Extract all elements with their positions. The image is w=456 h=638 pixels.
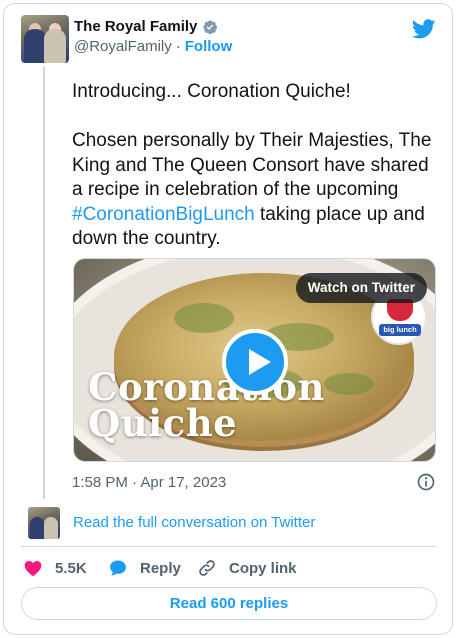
- speech-bubble-icon: [110, 560, 126, 576]
- link-icon: [199, 560, 215, 576]
- badge-text: big lunch: [379, 324, 421, 336]
- copy-link-button[interactable]: Copy link: [197, 557, 297, 579]
- overlay-title-line1: Coronation: [88, 365, 325, 409]
- read-replies-button[interactable]: Read 600 replies: [21, 587, 437, 620]
- author-name-row[interactable]: The Royal Family: [74, 18, 218, 35]
- reply-label: Reply: [140, 559, 181, 577]
- tweet-timestamp[interactable]: 1:58 PM · Apr 17, 2023: [72, 474, 226, 491]
- video-overlay-title: Coronation Quiche: [88, 365, 325, 445]
- watch-on-twitter-button[interactable]: Watch on Twitter: [295, 273, 427, 303]
- overlay-title-line2: Quiche: [88, 401, 238, 445]
- thread-line: [43, 66, 45, 499]
- tweet-text: Introducing... Coronation Quiche! Chosen…: [72, 80, 440, 252]
- tweet-intro: Introducing... Coronation Quiche!: [72, 81, 351, 102]
- author-handle-row: @RoyalFamily · Follow: [74, 38, 232, 55]
- tweet-card: The Royal Family @RoyalFamily · Follow I…: [3, 3, 453, 635]
- author-avatar[interactable]: [21, 15, 69, 63]
- tweet-body-prefix: Chosen personally by Their Majesties, Th…: [72, 130, 437, 200]
- hashtag-link[interactable]: #CoronationBigLunch: [72, 204, 255, 225]
- play-icon[interactable]: [222, 329, 288, 395]
- author-display-name[interactable]: The Royal Family: [74, 18, 197, 35]
- copy-link-label: Copy link: [229, 559, 297, 577]
- author-handle[interactable]: @RoyalFamily: [74, 38, 172, 55]
- handle-separator: ·: [175, 38, 181, 55]
- verified-badge-icon: [203, 20, 218, 34]
- read-conversation-link[interactable]: Read the full conversation on Twitter: [73, 514, 315, 531]
- reply-button[interactable]: Reply: [108, 557, 181, 579]
- video-media[interactable]: Coronation Quiche big lunch Watch on Twi…: [73, 258, 436, 462]
- like-button[interactable]: 5.5K: [23, 557, 87, 579]
- likes-count: 5.5K: [55, 559, 87, 577]
- info-icon[interactable]: [416, 472, 436, 492]
- twitter-bird-icon[interactable]: [412, 17, 436, 41]
- heart-icon: [24, 561, 42, 576]
- conversation-avatar: [28, 507, 60, 539]
- follow-link[interactable]: Follow: [185, 38, 233, 55]
- divider: [21, 546, 437, 547]
